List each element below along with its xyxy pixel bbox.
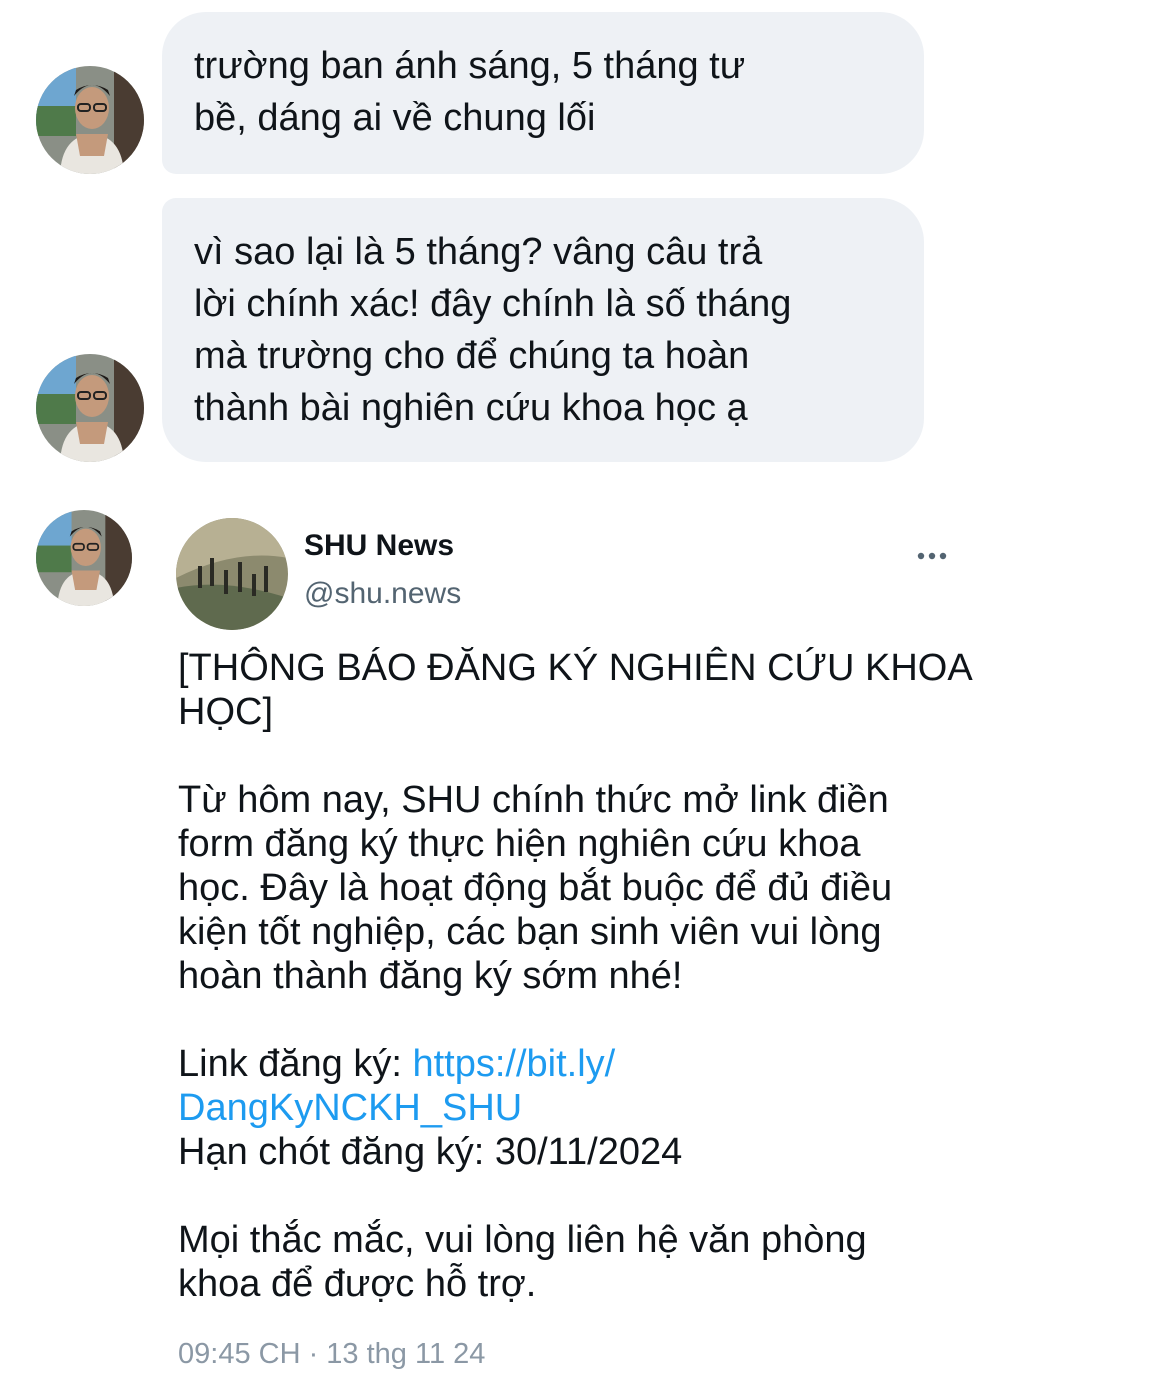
message-bubble[interactable]: vì sao lại là 5 tháng? vâng câu trả lời … xyxy=(162,198,924,462)
shared-post-closing: Mọi thắc mắc, vui lòng liên hệ văn phòng… xyxy=(178,1219,867,1305)
sender-avatar[interactable] xyxy=(36,354,144,462)
sender-avatar[interactable] xyxy=(36,510,132,606)
shared-post-body: [THÔNG BÁO ĐĂNG KÝ NGHIÊN CỨU KHOA HỌC] … xyxy=(178,646,998,1306)
post-timestamp[interactable]: 09:45 CH · 13 thg 11 24 xyxy=(178,1334,485,1374)
avatar-photo xyxy=(176,518,288,630)
avatar-photo xyxy=(36,354,144,462)
link-label: Link đăng ký: xyxy=(178,1043,413,1085)
shared-post-link-block: Link đăng ký: https://bit.ly/ DangKyNCKH… xyxy=(178,1042,998,1174)
message-bubble[interactable]: trường ban ánh sáng, 5 tháng tư bề, dáng… xyxy=(162,12,924,174)
sender-avatar[interactable] xyxy=(36,66,144,174)
shared-post-avatar[interactable] xyxy=(176,518,288,630)
avatar-photo xyxy=(36,66,144,174)
shared-post-paragraph: Từ hôm nay, SHU chính thức mở link điền … xyxy=(178,779,893,997)
avatar-photo xyxy=(36,510,132,606)
shared-post-author-handle[interactable]: @shu.news xyxy=(304,576,461,612)
deadline-text: Hạn chót đăng ký: 30/11/2024 xyxy=(178,1131,683,1173)
shared-post-author-name[interactable]: SHU News xyxy=(304,528,454,564)
more-horizontal-icon[interactable] xyxy=(910,538,954,574)
shared-post-title: [THÔNG BÁO ĐĂNG KÝ NGHIÊN CỨU KHOA HỌC] xyxy=(178,647,973,733)
